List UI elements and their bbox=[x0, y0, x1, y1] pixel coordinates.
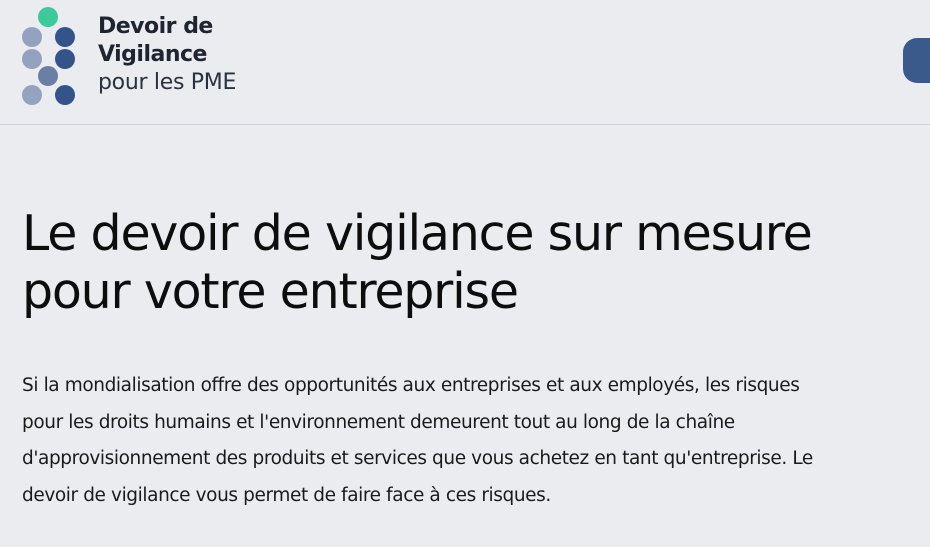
logo-dot bbox=[38, 7, 58, 27]
logo-dot bbox=[55, 49, 75, 69]
logo-dot bbox=[55, 27, 75, 47]
hero-title-line1: Le devoir de vigilance sur mesure bbox=[22, 205, 813, 262]
site-header: Devoir de Vigilance pour les PME bbox=[0, 0, 930, 125]
logo-dot bbox=[22, 85, 42, 105]
logo-dot bbox=[22, 49, 42, 69]
hero-title-line2: pour votre entreprise bbox=[22, 263, 519, 320]
logo-wordmark: Devoir de Vigilance pour les PME bbox=[98, 13, 236, 97]
header-cta-button[interactable] bbox=[903, 38, 930, 83]
hero-paragraph: Si la mondialisation offre des opportuni… bbox=[22, 375, 813, 506]
logo-dot bbox=[55, 85, 75, 105]
hero-title: Le devoir de vigilance sur mesure pour v… bbox=[22, 205, 813, 321]
logo-subtitle: pour les PME bbox=[98, 70, 237, 95]
logo-dot bbox=[38, 66, 58, 86]
logo-dot bbox=[22, 27, 42, 47]
logo-title-line1: Devoir de bbox=[98, 14, 213, 39]
logo-dots-icon bbox=[22, 7, 75, 105]
logo-home-link[interactable]: Devoir de Vigilance pour les PME bbox=[18, 4, 236, 108]
logo-title-line2: Vigilance bbox=[98, 42, 207, 67]
